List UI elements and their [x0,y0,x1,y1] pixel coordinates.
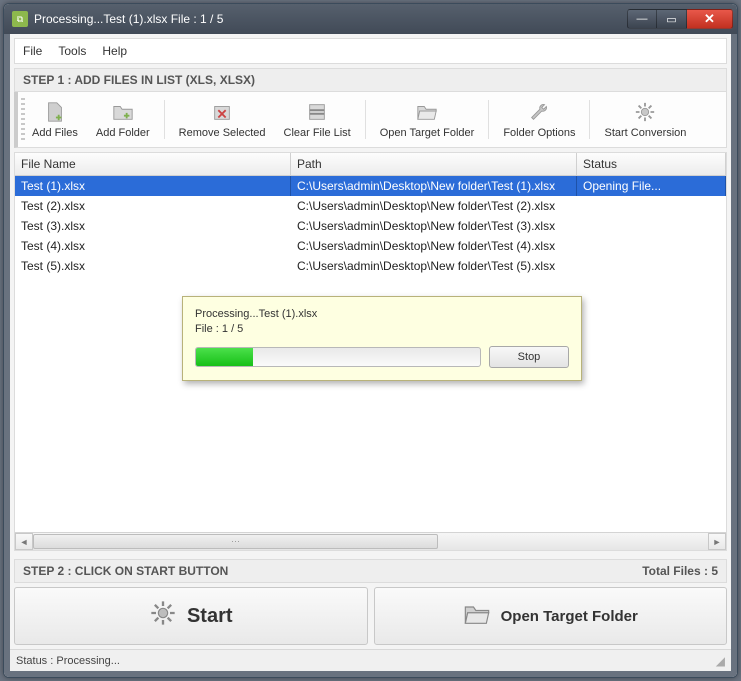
clear-icon [303,100,331,124]
table-row[interactable]: Test (1).xlsxC:\Users\admin\Desktop\New … [15,176,726,196]
open-target-button[interactable]: Open Target Folder [372,96,483,143]
menu-file[interactable]: File [23,44,42,58]
folder-options-button[interactable]: Folder Options [495,96,583,143]
cell-status [577,216,726,236]
table-row[interactable]: Test (5).xlsxC:\Users\admin\Desktop\New … [15,256,726,276]
horizontal-scrollbar[interactable]: ◄ ⋯ ► [15,532,726,550]
start-conversion-button[interactable]: Start Conversion [596,96,694,143]
window-title: Processing...Test (1).xlsx File : 1 / 5 [34,12,621,26]
scroll-right-icon[interactable]: ► [708,533,726,550]
toolbar: Add Files Add Folder Remove Selected Cle [14,92,727,148]
client-area: File Tools Help STEP 1 : ADD FILES IN LI… [4,34,737,677]
cell-status [577,196,726,216]
cell-path: C:\Users\admin\Desktop\New folder\Test (… [291,256,577,276]
progress-message: Processing...Test (1).xlsx File : 1 / 5 [195,307,569,338]
file-add-icon [41,100,69,124]
scroll-thumb[interactable]: ⋯ [33,534,438,549]
stop-button[interactable]: Stop [489,346,569,368]
wrench-icon [525,100,553,124]
close-button[interactable]: ✕ [687,9,733,29]
cell-path: C:\Users\admin\Desktop\New folder\Test (… [291,176,577,196]
progress-bar-fill [196,348,253,366]
folder-open-icon [463,600,491,632]
open-target-folder-button[interactable]: Open Target Folder [374,587,728,645]
col-filename[interactable]: File Name [15,153,291,175]
cell-filename: Test (4).xlsx [15,236,291,256]
folder-add-icon [109,100,137,124]
cell-status: Opening File... [577,176,726,196]
start-button[interactable]: Start [14,587,368,645]
step2-label: STEP 2 : CLICK ON START BUTTON [23,564,228,578]
clear-list-button[interactable]: Clear File List [276,96,359,143]
add-folder-button[interactable]: Add Folder [88,96,158,143]
table-row[interactable]: Test (4).xlsxC:\Users\admin\Desktop\New … [15,236,726,256]
minimize-button[interactable]: — [627,9,657,29]
cell-status [577,236,726,256]
menu-tools[interactable]: Tools [58,44,86,58]
add-files-button[interactable]: Add Files [24,96,86,143]
col-path[interactable]: Path [291,153,577,175]
step2-header: STEP 2 : CLICK ON START BUTTON Total Fil… [14,559,727,583]
status-text: Status : Processing... [16,655,120,667]
cell-path: C:\Users\admin\Desktop\New folder\Test (… [291,216,577,236]
gear-icon [149,599,177,633]
cell-filename: Test (3).xlsx [15,216,291,236]
app-icon: ⧉ [12,11,28,27]
col-status[interactable]: Status [577,153,726,175]
app-window: ⧉ Processing...Test (1).xlsx File : 1 / … [3,3,738,678]
cell-path: C:\Users\admin\Desktop\New folder\Test (… [291,196,577,216]
bottom-buttons: Start Open Target Folder [14,587,727,645]
cell-filename: Test (1).xlsx [15,176,291,196]
scroll-left-icon[interactable]: ◄ [15,533,33,550]
maximize-button[interactable]: ▭ [657,9,687,29]
remove-icon [208,100,236,124]
menu-help[interactable]: Help [102,44,127,58]
cell-path: C:\Users\admin\Desktop\New folder\Test (… [291,236,577,256]
cell-filename: Test (5).xlsx [15,256,291,276]
progress-bar [195,347,481,367]
table-row[interactable]: Test (3).xlsxC:\Users\admin\Desktop\New … [15,216,726,236]
folder-open-icon [413,100,441,124]
total-files-label: Total Files : 5 [642,564,718,578]
cell-status [577,256,726,276]
step1-header: STEP 1 : ADD FILES IN LIST (XLS, XLSX) [14,68,727,92]
gear-icon [631,100,659,124]
scroll-track[interactable]: ⋯ [33,533,708,550]
progress-dialog: Processing...Test (1).xlsx File : 1 / 5 … [182,296,582,381]
resize-grip-icon[interactable]: ◢ [716,654,725,668]
table-row[interactable]: Test (2).xlsxC:\Users\admin\Desktop\New … [15,196,726,216]
remove-selected-button[interactable]: Remove Selected [171,96,274,143]
status-bar: Status : Processing... ◢ [10,649,731,671]
titlebar[interactable]: ⧉ Processing...Test (1).xlsx File : 1 / … [4,4,737,34]
grid-header: File Name Path Status [15,153,726,176]
cell-filename: Test (2).xlsx [15,196,291,216]
menubar: File Tools Help [14,38,727,64]
